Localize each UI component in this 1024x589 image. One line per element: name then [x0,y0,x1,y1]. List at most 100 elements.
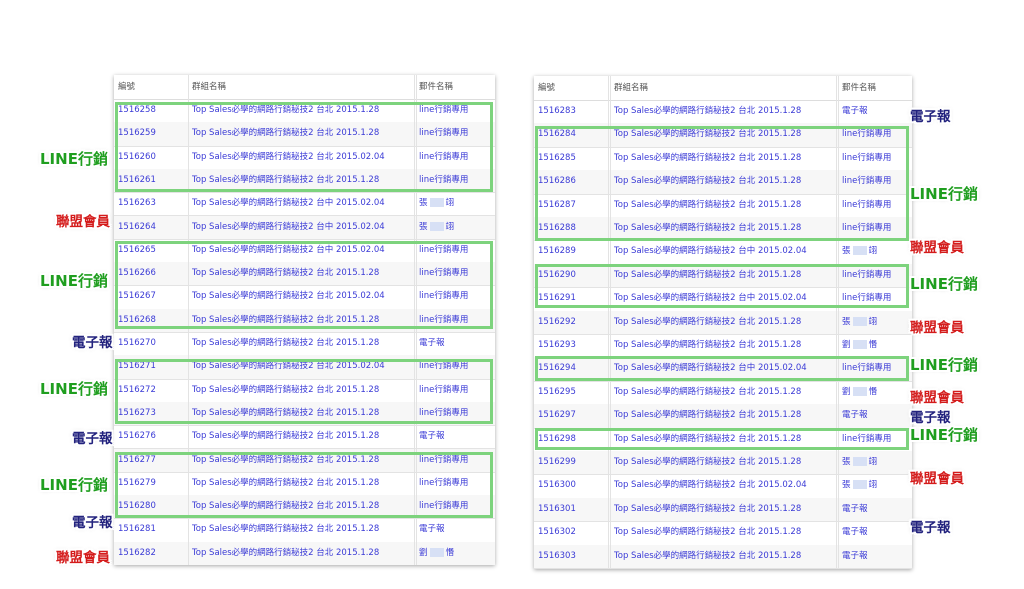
row-id-link[interactable]: 1516293 [538,334,609,358]
row-id-link[interactable]: 1516264 [118,215,189,239]
table-row[interactable]: 1516284 Top Sales必學的網路行銷秘技2 台北 2015.1.28 l… [534,123,912,148]
row-template-link[interactable]: line行銷專用 [842,264,910,287]
row-id-link[interactable]: 1516272 [118,378,189,402]
table-row[interactable]: 1516273 Top Sales必學的網路行銷秘技2 台北 2015.1.28 l… [114,401,495,427]
table-row[interactable]: 1516292 Top Sales必學的網路行銷秘技2 台北 2015.1.28 張… [534,310,912,335]
row-id-link[interactable]: 1516285 [538,146,609,171]
table-row[interactable]: 1516282 Top Sales必學的網路行銷秘技2 台北 2015.1.28 劉… [114,541,495,565]
table-row[interactable]: 1516288 Top Sales必學的網路行銷秘技2 台北 2015.1.28 l… [534,217,912,242]
row-template-link[interactable]: 張翊 [419,216,489,239]
table-row[interactable]: 1516303 Top Sales必學的網路行銷秘技2 台北 2015.1.28 電… [534,544,912,569]
table-row[interactable]: 1516294 Top Sales必學的網路行銷秘技2 台中 2015.02.04… [534,357,912,382]
row-template-link[interactable]: line行銷專用 [842,217,910,240]
row-group-link[interactable]: Top Sales必學的網路行銷秘技2 台北 2015.1.28 [192,495,415,519]
row-group-link[interactable]: Top Sales必學的網路行銷秘技2 台北 2015.1.28 [192,448,415,472]
row-template-link[interactable]: line行銷專用 [842,170,910,193]
table-row[interactable]: 1516266 Top Sales必學的網路行銷秘技2 台北 2015.1.28 l… [114,262,495,287]
row-id-link[interactable]: 1516263 [118,192,189,216]
row-template-link[interactable]: line行銷專用 [419,239,489,262]
row-id-link[interactable]: 1516273 [118,401,189,426]
table-row[interactable]: 1516287 Top Sales必學的網路行銷秘技2 台北 2015.1.28 l… [534,193,912,218]
table-row[interactable]: 1516276 Top Sales必學的網路行銷秘技2 台北 2015.1.28 電… [114,425,495,450]
row-id-link[interactable]: 1516283 [538,100,609,124]
table-row[interactable]: 1516285 Top Sales必學的網路行銷秘技2 台北 2015.1.28 l… [534,146,912,172]
row-group-link[interactable]: Top Sales必學的網路行銷秘技2 台中 2015.02.04 [192,238,415,263]
row-id-link[interactable]: 1516298 [538,427,609,451]
row-id-link[interactable]: 1516289 [538,240,609,264]
table-row[interactable]: 1516301 Top Sales必學的網路行銷秘技2 台北 2015.1.28 電… [534,497,912,523]
row-id-link[interactable]: 1516271 [118,355,189,379]
row-id-link[interactable]: 1516286 [538,170,609,194]
row-id-link[interactable]: 1516303 [538,544,609,568]
row-id-link[interactable]: 1516279 [118,471,189,496]
row-group-link[interactable]: Top Sales必學的網路行銷秘技2 台北 2015.1.28 [614,123,837,147]
row-template-link[interactable]: line行銷專用 [419,449,489,472]
row-template-link[interactable]: 電子報 [842,100,910,123]
row-id-link[interactable]: 1516302 [538,521,609,545]
table-row[interactable]: 1516260 Top Sales必學的網路行銷秘技2 台北 2015.02.04… [114,145,495,170]
row-template-link[interactable]: 劉惽 [419,542,489,565]
row-template-link[interactable]: 劉惽 [842,334,910,357]
row-id-link[interactable]: 1516260 [118,145,189,169]
row-template-link[interactable]: line行銷專用 [842,147,910,170]
table-row[interactable]: 1516280 Top Sales必學的網路行銷秘技2 台北 2015.1.28 l… [114,495,495,520]
row-id-link[interactable]: 1516295 [538,380,609,405]
row-template-link[interactable]: line行銷專用 [842,287,910,310]
row-group-link[interactable]: Top Sales必學的網路行銷秘技2 台北 2015.1.28 [192,168,415,193]
row-group-link[interactable]: Top Sales必學的網路行銷秘技2 台北 2015.1.28 [614,544,837,568]
row-group-link[interactable]: Top Sales必學的網路行銷秘技2 台北 2015.1.28 [192,122,415,146]
row-template-link[interactable]: 電子報 [419,425,489,448]
row-group-link[interactable]: Top Sales必學的網路行銷秘技2 台北 2015.1.28 [614,100,837,124]
row-template-link[interactable]: line行銷專用 [842,428,910,451]
row-id-link[interactable]: 1516290 [538,263,609,288]
row-group-link[interactable]: Top Sales必學的網路行銷秘技2 台北 2015.1.28 [614,404,837,428]
row-id-link[interactable]: 1516270 [118,332,189,356]
row-id-link[interactable]: 1516300 [538,474,609,498]
row-id-link[interactable]: 1516297 [538,404,609,428]
row-id-link[interactable]: 1516268 [118,308,189,332]
table-row[interactable]: 1516300 Top Sales必學的網路行銷秘技2 台北 2015.02.04… [534,474,912,499]
row-template-link[interactable]: 電子報 [842,545,910,568]
table-row[interactable]: 1516295 Top Sales必學的網路行銷秘技2 台北 2015.1.28 劉… [534,380,912,406]
row-template-link[interactable]: line行銷專用 [419,379,489,402]
row-id-link[interactable]: 1516277 [118,448,189,472]
row-group-link[interactable]: Top Sales必學的網路行銷秘技2 台北 2015.02.04 [614,474,837,498]
row-group-link[interactable]: Top Sales必學的網路行銷秘技2 台北 2015.1.28 [192,308,415,332]
row-group-link[interactable]: Top Sales必學的網路行銷秘技2 台北 2015.02.04 [192,145,415,169]
row-template-link[interactable]: line行銷專用 [419,472,489,495]
row-group-link[interactable]: Top Sales必學的網路行銷秘技2 台北 2015.1.28 [614,263,837,288]
row-id-link[interactable]: 1516280 [118,495,189,519]
table-row[interactable]: 1516289 Top Sales必學的網路行銷秘技2 台中 2015.02.04… [534,240,912,265]
row-id-link[interactable]: 1516261 [118,168,189,193]
table-row[interactable]: 1516279 Top Sales必學的網路行銷秘技2 台北 2015.1.28 l… [114,471,495,497]
row-template-link[interactable]: line行銷專用 [842,194,910,217]
row-group-link[interactable]: Top Sales必學的網路行銷秘技2 台北 2015.1.28 [192,471,415,496]
row-id-link[interactable]: 1516266 [118,262,189,286]
row-group-link[interactable]: Top Sales必學的網路行銷秘技2 台北 2015.1.28 [192,378,415,402]
row-group-link[interactable]: Top Sales必學的網路行銷秘技2 台北 2015.1.28 [614,451,837,475]
table-row[interactable]: 1516286 Top Sales必學的網路行銷秘技2 台北 2015.1.28 l… [534,170,912,195]
table-row[interactable]: 1516263 Top Sales必學的網路行銷秘技2 台中 2015.02.04… [114,192,495,217]
row-template-link[interactable]: 電子報 [842,404,910,427]
row-id-link[interactable]: 1516291 [538,287,609,311]
row-id-link[interactable]: 1516287 [538,193,609,217]
table-row[interactable]: 1516291 Top Sales必學的網路行銷秘技2 台中 2015.02.04… [534,287,912,312]
row-group-link[interactable]: Top Sales必學的網路行銷秘技2 台中 2015.02.04 [192,192,415,216]
table-row[interactable]: 1516271 Top Sales必學的網路行銷秘技2 台北 2015.02.04… [114,355,495,380]
row-group-link[interactable]: Top Sales必學的網路行銷秘技2 台北 2015.1.28 [614,380,837,405]
row-group-link[interactable]: Top Sales必學的網路行銷秘技2 台北 2015.1.28 [192,262,415,286]
table-row[interactable]: 1516290 Top Sales必學的網路行銷秘技2 台北 2015.1.28 l… [534,263,912,289]
table-row[interactable]: 1516259 Top Sales必學的網路行銷秘技2 台北 2015.1.28 l… [114,122,495,147]
row-template-link[interactable]: 電子報 [419,332,489,355]
table-row[interactable]: 1516283 Top Sales必學的網路行銷秘技2 台北 2015.1.28 電… [534,100,912,125]
row-template-link[interactable]: line行銷專用 [419,146,489,169]
table-row[interactable]: 1516297 Top Sales必學的網路行銷秘技2 台北 2015.1.28 電… [534,404,912,429]
row-group-link[interactable]: Top Sales必學的網路行銷秘技2 台北 2015.1.28 [192,99,415,123]
row-template-link[interactable]: line行銷專用 [419,262,489,285]
row-template-link[interactable]: line行銷專用 [419,402,489,425]
row-template-link[interactable]: 電子報 [842,498,910,521]
row-group-link[interactable]: Top Sales必學的網路行銷秘技2 台北 2015.1.28 [614,521,837,545]
row-template-link[interactable]: 電子報 [419,518,489,541]
table-row[interactable]: 1516268 Top Sales必學的網路行銷秘技2 台北 2015.1.28 l… [114,308,495,333]
row-id-link[interactable]: 1516294 [538,357,609,381]
